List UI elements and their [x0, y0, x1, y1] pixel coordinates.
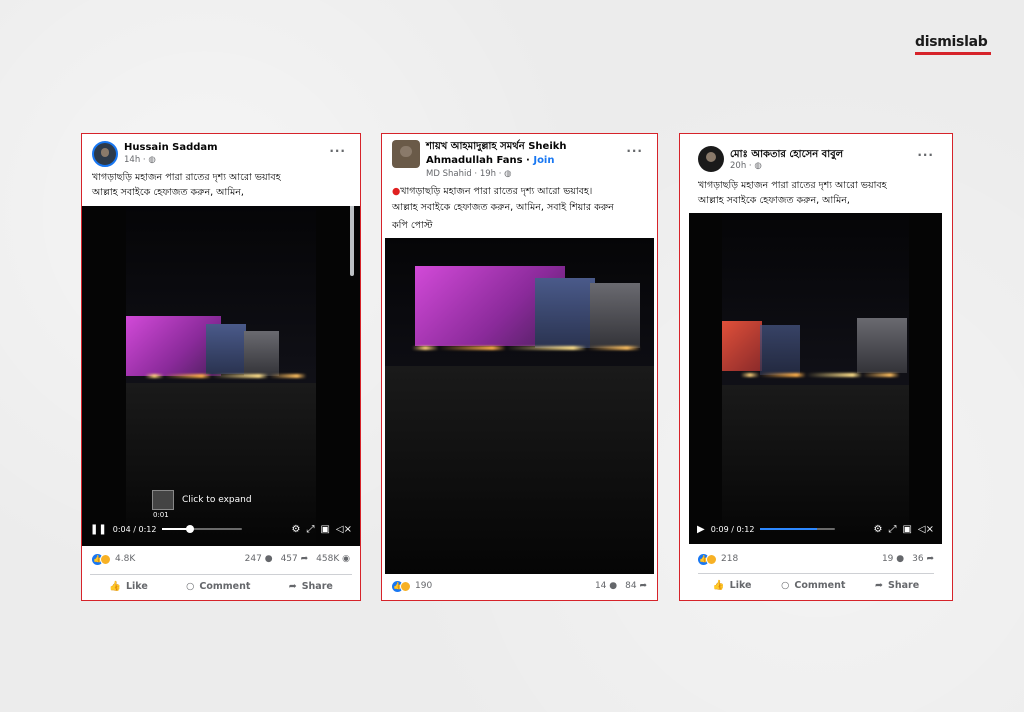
- like-button[interactable]: 👍 Like: [713, 580, 752, 591]
- sad-reaction-icon: [400, 580, 411, 592]
- comment-button[interactable]: ○ Comment: [186, 581, 250, 592]
- globe-icon: ◍: [148, 155, 156, 165]
- avatar[interactable]: [392, 140, 420, 168]
- post-card-3: মোঃ আকতার হোসেন বাবুল 20h · ◍ ··· খাগড়া…: [679, 133, 953, 601]
- share-count[interactable]: 84 ➦: [625, 581, 647, 591]
- play-icon[interactable]: ▶: [697, 524, 705, 535]
- video-controls: ▶ 0:09 / 0:12 ⚙ ⤢ ▣ ◁×: [689, 518, 942, 540]
- logo-underline: [915, 52, 991, 55]
- post-text-line: কপি পোস্ট: [392, 220, 433, 231]
- video-player[interactable]: 0:01 Click to expand ❚❚ 0:04 / 0:12 ⚙ ⤢ …: [82, 206, 360, 546]
- post-text-line: ●খাগড়াছড়ি মহাজন পারা রাতের দৃশ্য আরো ভ…: [392, 186, 593, 197]
- view-count: 458K ◉: [316, 554, 350, 564]
- settings-icon[interactable]: ⚙: [874, 524, 883, 535]
- reaction-count[interactable]: 190: [415, 581, 432, 591]
- share-icon: ➦: [875, 580, 883, 591]
- share-button[interactable]: ➦ Share: [875, 580, 919, 591]
- video-time: 0:09 / 0:12: [710, 524, 755, 534]
- like-icon: 👍: [712, 580, 725, 591]
- post-meta: MD Shahid · 19h · ◍: [426, 169, 512, 179]
- post-text-line: খাগড়াছড়ি মহাজন পারা রাতের দৃশ্য আরো ভয…: [698, 180, 887, 191]
- post-text: ●খাগড়াছড়ি মহাজন পারা রাতের দৃশ্য আরো ভ…: [392, 184, 652, 234]
- like-button[interactable]: 👍 Like: [109, 581, 148, 592]
- share-icon: ➦: [639, 581, 647, 591]
- share-button[interactable]: ➦ Share: [289, 581, 333, 592]
- views-icon: ◉: [342, 554, 350, 564]
- post-text-line: আল্লাহ সবাইকে হেফাজত করুন, আমিন,: [698, 195, 850, 206]
- group-name[interactable]: শায়খ আহমাদুল্লাহ সমর্থন Sheikh Ahmadull…: [426, 140, 626, 168]
- post-text: খাগড়াছড়ি মহাজন পারা রাতের দৃশ্য আরো ভয…: [92, 170, 352, 200]
- reaction-count[interactable]: 4.8K: [115, 554, 135, 564]
- comment-icon: ●: [609, 581, 618, 591]
- video-progress[interactable]: [162, 525, 243, 533]
- post-card-1: Hussain Saddam 14h · ◍ ··· খাগড়াছড়ি মহ…: [81, 133, 361, 601]
- like-icon: 👍: [109, 581, 121, 592]
- share-icon: ➦: [300, 554, 309, 564]
- globe-icon: ◍: [754, 161, 762, 171]
- comment-count[interactable]: 14 ●: [595, 581, 617, 591]
- fullscreen-icon[interactable]: ⤢: [306, 524, 314, 535]
- fullscreen-icon[interactable]: ⤢: [888, 524, 896, 535]
- share-icon: ➦: [288, 581, 297, 592]
- share-icon: ➦: [926, 554, 934, 564]
- group-name-line: শায়খ আহমাদুল্লাহ সমর্থন Sheikh: [426, 141, 567, 152]
- comment-count[interactable]: 247 ●: [245, 554, 273, 564]
- post-meta: 14h · ◍: [124, 155, 156, 165]
- sad-reaction-icon: [100, 553, 111, 565]
- post-time[interactable]: 14h ·: [124, 155, 148, 165]
- post-stats: 👍 190 14 ● 84 ➦: [382, 575, 657, 597]
- post-card-2: শায়খ আহমাদুল্লাহ সমর্থন Sheikh Ahmadull…: [381, 133, 658, 601]
- comment-icon: ●: [264, 554, 273, 564]
- video-frame: [385, 238, 654, 574]
- video-player[interactable]: ▶ 0:09 / 0:12 ⚙ ⤢ ▣ ◁×: [689, 213, 942, 544]
- post-time[interactable]: 20h ·: [730, 161, 754, 171]
- video-thumbnail: 0:01: [152, 490, 174, 519]
- comment-icon: ●: [896, 554, 905, 564]
- video-frame: [722, 213, 909, 544]
- author-name[interactable]: Hussain Saddam: [124, 142, 218, 153]
- post-stats: 👍 4.8K 247 ● 457 ➦ 458K ◉: [82, 548, 360, 570]
- post-stats: 👍 218 19 ● 36 ➦: [680, 548, 952, 570]
- pause-icon[interactable]: ❚❚: [90, 524, 107, 535]
- post-time[interactable]: MD Shahid · 19h ·: [426, 169, 504, 179]
- comment-icon: ○: [781, 580, 790, 591]
- dismislab-logo: dismislab: [915, 34, 988, 50]
- mute-icon[interactable]: ◁×: [918, 524, 934, 535]
- more-icon[interactable]: ···: [917, 148, 934, 162]
- share-count[interactable]: 457 ➦: [281, 554, 309, 564]
- mute-icon[interactable]: ◁×: [336, 524, 352, 535]
- video-controls: ❚❚ 0:04 / 0:12 ⚙ ⤢ ▣ ◁×: [82, 518, 360, 540]
- more-icon[interactable]: ···: [626, 144, 643, 158]
- expand-tooltip[interactable]: 0:01 Click to expand: [152, 490, 252, 519]
- comment-count[interactable]: 19 ●: [882, 554, 904, 564]
- post-actions: 👍 Like ○ Comment ➦ Share: [698, 573, 934, 597]
- expand-label: Click to expand: [182, 495, 252, 505]
- pip-icon[interactable]: ▣: [320, 524, 329, 535]
- post-actions: 👍 Like ○ Comment ➦ Share: [90, 574, 352, 598]
- join-button[interactable]: Join: [533, 155, 554, 166]
- avatar[interactable]: [698, 146, 724, 172]
- globe-icon: ◍: [504, 169, 512, 179]
- post-meta: 20h · ◍: [730, 161, 762, 171]
- settings-icon[interactable]: ⚙: [292, 524, 301, 535]
- post-text-line: আল্লাহ সবাইকে হেফাজত করুন, আমিন,: [92, 187, 244, 198]
- comment-button[interactable]: ○ Comment: [781, 580, 845, 591]
- comment-icon: ○: [186, 581, 195, 592]
- video-player[interactable]: [385, 238, 654, 574]
- pip-icon[interactable]: ▣: [902, 524, 911, 535]
- post-text-line: খাগড়াছড়ি মহাজন পারা রাতের দৃশ্য আরো ভয…: [92, 172, 281, 183]
- share-count[interactable]: 36 ➦: [912, 554, 934, 564]
- post-text: খাগড়াছড়ি মহাজন পারা রাতের দৃশ্য আরো ভয…: [698, 178, 948, 208]
- video-progress[interactable]: [760, 528, 836, 530]
- group-name-line: Ahmadullah Fans · Join: [426, 155, 555, 166]
- video-time: 0:04 / 0:12: [112, 524, 157, 534]
- reaction-count[interactable]: 218: [721, 554, 738, 564]
- scrollbar[interactable]: [350, 206, 354, 276]
- sad-reaction-icon: [706, 553, 717, 565]
- more-icon[interactable]: ···: [329, 144, 346, 158]
- avatar[interactable]: [92, 141, 118, 167]
- post-text-line: আল্লাহ সবাইকে হেফাজত করুন, আমিন, সবাই শি…: [392, 202, 614, 213]
